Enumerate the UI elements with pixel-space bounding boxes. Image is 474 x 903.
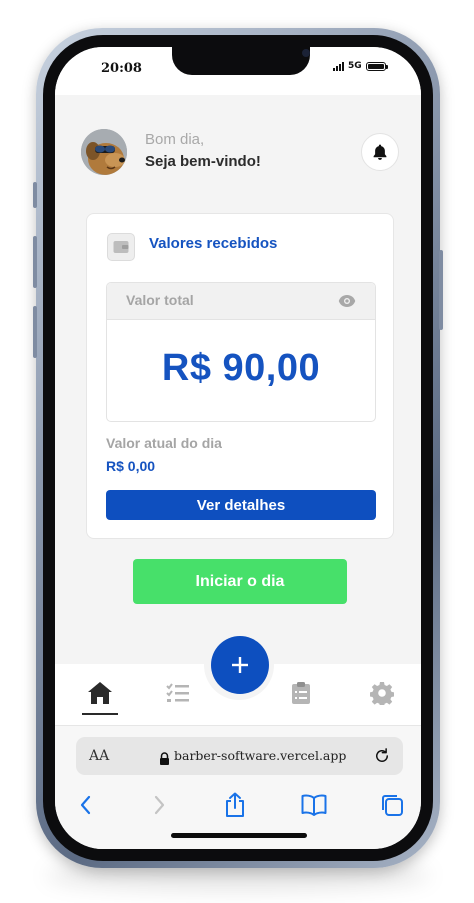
mute-switch bbox=[33, 182, 37, 208]
share-icon bbox=[226, 792, 244, 817]
add-button[interactable] bbox=[211, 636, 269, 694]
tab-settings[interactable] bbox=[357, 664, 407, 722]
status-indicators: 5G bbox=[333, 61, 388, 71]
power-button bbox=[439, 250, 443, 330]
browser-nav-row bbox=[55, 790, 421, 820]
wallet-icon-box bbox=[107, 233, 135, 261]
home-indicator bbox=[171, 833, 307, 838]
url-text: barber-software.vercel.app bbox=[174, 748, 347, 763]
greeting-text: Bom dia, bbox=[145, 131, 205, 148]
day-value-label: Valor atual do dia bbox=[106, 435, 222, 451]
lock-icon bbox=[159, 750, 170, 769]
wallet-icon bbox=[113, 241, 129, 253]
bookmarks-button[interactable] bbox=[299, 790, 329, 820]
phone-screen: 20:08 5G Bom dia, Seja bem-vindo! Valore… bbox=[55, 47, 421, 849]
signal-icon bbox=[333, 61, 344, 71]
status-time: 20:08 bbox=[101, 61, 142, 76]
gear-icon bbox=[370, 682, 394, 705]
book-icon bbox=[301, 794, 327, 816]
clipboard-icon bbox=[292, 682, 310, 704]
forward-button[interactable] bbox=[144, 790, 174, 820]
tabs-icon bbox=[382, 795, 403, 816]
back-button[interactable] bbox=[71, 790, 101, 820]
card-title: Valores recebidos bbox=[149, 235, 278, 252]
header: Bom dia, Seja bem-vindo! bbox=[81, 129, 401, 175]
browser-toolbar: AA barber-software.vercel.app bbox=[55, 725, 421, 849]
network-label: 5G bbox=[348, 61, 362, 71]
text-size-button[interactable]: AA bbox=[89, 748, 109, 764]
checklist-icon bbox=[166, 683, 189, 702]
active-tab-indicator bbox=[82, 713, 118, 715]
battery-icon bbox=[365, 61, 388, 71]
total-value-header: Valor total bbox=[107, 283, 375, 320]
dog-avatar-image bbox=[81, 129, 127, 175]
address-bar[interactable]: AA barber-software.vercel.app bbox=[76, 737, 403, 775]
details-button[interactable]: Ver detalhes bbox=[106, 490, 376, 520]
chevron-left-icon bbox=[80, 795, 91, 815]
received-values-card: Valores recebidos Valor total R$ 90,00 V… bbox=[86, 213, 394, 539]
bell-icon bbox=[373, 144, 387, 160]
chevron-right-icon bbox=[154, 795, 165, 815]
tabs-button[interactable] bbox=[377, 790, 407, 820]
total-value-box: Valor total R$ 90,00 bbox=[106, 282, 376, 422]
welcome-text: Seja bem-vindo! bbox=[145, 153, 261, 170]
total-value-amount: R$ 90,00 bbox=[161, 347, 321, 389]
plus-icon bbox=[232, 657, 248, 673]
tab-clipboard[interactable] bbox=[276, 664, 326, 722]
eye-icon[interactable] bbox=[338, 293, 356, 312]
status-bar: 20:08 5G bbox=[55, 47, 421, 95]
start-day-button[interactable]: Iniciar o dia bbox=[133, 559, 347, 604]
tab-checklist[interactable] bbox=[153, 664, 203, 722]
volume-down-button bbox=[33, 306, 37, 358]
avatar[interactable] bbox=[81, 129, 127, 175]
volume-up-button bbox=[33, 236, 37, 288]
share-button[interactable] bbox=[220, 790, 250, 820]
total-value-label: Valor total bbox=[126, 292, 194, 308]
home-icon bbox=[88, 682, 112, 704]
notifications-button[interactable] bbox=[361, 133, 399, 171]
reload-icon[interactable] bbox=[373, 747, 391, 769]
notch bbox=[172, 47, 310, 75]
camera-icon bbox=[302, 49, 310, 57]
day-value-amount: R$ 0,00 bbox=[106, 458, 156, 474]
